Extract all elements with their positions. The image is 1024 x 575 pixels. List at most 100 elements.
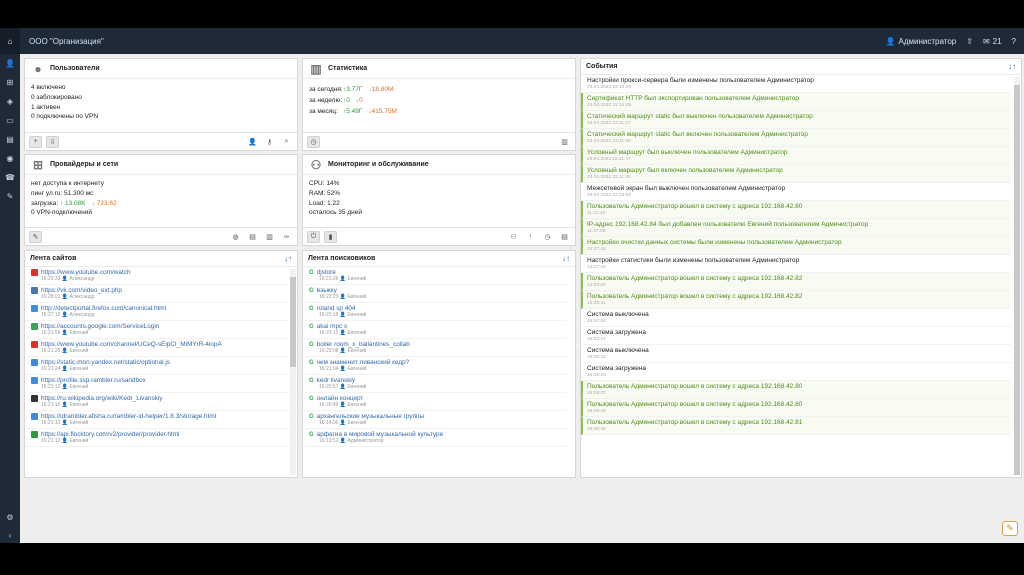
delete-button[interactable]: ▮: [324, 230, 337, 243]
organization-name[interactable]: ООО "Организация": [29, 37, 104, 46]
site-url: https://idrambler.afisha.ru/rambler-id-h…: [41, 413, 217, 420]
search-row: Groland sp 404 16:23:18 👤 Евгений: [303, 303, 567, 321]
sidebar-settings-icon[interactable]: ⚙: [0, 508, 20, 527]
upload-icon[interactable]: ⇪: [966, 37, 973, 46]
event-text: Межсетевой экран был выключен пользовате…: [587, 185, 786, 192]
site-link[interactable]: https://profile.ssp.rambler.ru/sandbox: [31, 377, 283, 384]
search-query[interactable]: Gчем знаменит ливанский кедр?: [309, 359, 561, 366]
power-button[interactable]: ⏻: [307, 230, 320, 243]
clock-icon[interactable]: ◷: [307, 135, 320, 148]
scrollbar-thumb[interactable]: [290, 277, 296, 367]
favicon-icon: [31, 413, 38, 420]
search-query[interactable]: Gарфагиа в мировой музыкальной культуре: [309, 431, 561, 438]
chart-icon[interactable]: ▥: [558, 136, 571, 148]
query-text: вэыкку: [316, 287, 337, 294]
site-meta: 16:21:13 👤 Евгений: [41, 402, 283, 408]
arrow-up-icon[interactable]: ↑: [524, 231, 537, 243]
ram-usage: RAM: 52%: [309, 189, 341, 197]
site-time: 16:21:59: [41, 330, 61, 336]
google-icon: G: [309, 341, 314, 348]
sidebar-phone-icon[interactable]: ☎: [0, 168, 20, 187]
clock-icon[interactable]: ◷: [541, 231, 554, 243]
search-query[interactable]: Gboiler room_x_ballantines_collab: [309, 341, 561, 348]
search-query[interactable]: Gонлайн концерт: [309, 395, 561, 402]
user-menu[interactable]: 👤 Администратор: [886, 37, 957, 46]
sort-icon[interactable]: ↓↑: [1008, 62, 1016, 71]
search-meta: 16:23:26 👤 Евгений: [319, 276, 561, 282]
server-icon[interactable]: ▤: [558, 231, 571, 243]
edit-dashboard-button[interactable]: ✎: [1002, 521, 1018, 536]
home-icon[interactable]: ⌂: [0, 28, 20, 54]
search-meta: 16:20:49 👤 Евгений: [319, 402, 561, 408]
monitoring-panel: ⚇ Мониторинг и обслуживание CPU: 14% RAM:…: [302, 154, 576, 246]
search-query[interactable]: Gkedr livanskiy: [309, 377, 561, 384]
site-user: Евгений: [69, 420, 89, 426]
sidebar-report-icon[interactable]: ▤: [0, 130, 20, 149]
download-button[interactable]: ⇩: [46, 135, 59, 148]
add-user-button[interactable]: +: [29, 135, 42, 148]
event-time: 16:09:20: [587, 373, 606, 378]
search-query[interactable]: Groland sp 404: [309, 305, 561, 312]
sidebar-wrench-icon[interactable]: ✎: [0, 187, 20, 206]
site-link[interactable]: https://www.youtube.com/watch: [31, 269, 283, 276]
event-text: Пользователь Администратор вошел в систе…: [587, 203, 803, 210]
scrollbar-thumb[interactable]: [1014, 85, 1020, 475]
binoculars-icon[interactable]: ⚇: [507, 231, 520, 243]
users-panel: ● Пользователи 4 включено 0 заблокировано…: [24, 58, 298, 151]
help-icon[interactable]: ?: [1012, 37, 1016, 46]
sidebar-collapse-icon[interactable]: ‹: [0, 526, 20, 545]
site-link[interactable]: https://api.flocktory.com/v2/provider/pr…: [31, 431, 283, 438]
list-icon[interactable]: ▤: [246, 231, 259, 243]
search-time: 16:23:18: [319, 312, 339, 318]
sidebar-shield-icon[interactable]: ◈: [0, 92, 20, 111]
chart-icon[interactable]: ▥: [263, 231, 276, 243]
event-time: 12:27:42: [587, 247, 606, 252]
site-link[interactable]: http://detectportal.firefox.com/canonica…: [31, 305, 283, 312]
site-link[interactable]: https://accounts.google.com/ServiceLogin: [31, 323, 283, 330]
favicon-icon: [31, 287, 38, 294]
site-meta: 16:21:25 👤 Евгений: [41, 348, 283, 354]
event-row: Пользователь Администратор вошел в систе…: [581, 399, 1011, 417]
site-link[interactable]: https://vk.com/video_ext.php: [31, 287, 283, 294]
search-time: 16:14:00: [319, 420, 339, 426]
site-meta: 16:21:24 👤 Евгений: [41, 366, 283, 372]
user-icon[interactable]: 👤: [246, 136, 259, 148]
search-query[interactable]: Gakai mpc x: [309, 323, 561, 330]
site-link[interactable]: https://idrambler.afisha.ru/rambler-id-h…: [31, 413, 283, 420]
key-icon[interactable]: ⚷: [263, 136, 276, 148]
search-user: Евгений: [347, 276, 367, 282]
event-text: Пользователь Администратор вошел в систе…: [587, 419, 803, 426]
events-title: События: [586, 63, 618, 70]
load-down: ↓ 733.62: [91, 199, 117, 207]
wrench-icon[interactable]: ✑: [280, 231, 293, 243]
query-text: akai mpc x: [316, 323, 348, 330]
sidebar-pin-icon[interactable]: ◉: [0, 149, 20, 168]
sort-icon[interactable]: ↓↑: [284, 254, 292, 263]
event-row: Система выключена 16:08:31: [581, 345, 1011, 363]
search-icon[interactable]: ⌕: [280, 136, 293, 148]
search-meta: 16:23:23 👤 Евгений: [319, 294, 561, 300]
site-link[interactable]: https://ru.wikipedia.org/wiki/Kedr_Livan…: [31, 395, 283, 402]
search-query[interactable]: Gвэыкку: [309, 287, 561, 294]
sort-icon[interactable]: ↓↑: [562, 254, 570, 263]
site-link[interactable]: https://static-mon.yandex.net/static/opt…: [31, 359, 283, 366]
globe-icon[interactable]: ◍: [229, 231, 242, 243]
search-query[interactable]: Gархангельские музыкальные группы: [309, 413, 561, 420]
sidebar-folder-icon[interactable]: ▭: [0, 111, 20, 130]
site-row: https://www.youtube.com/channel/UCeQ-sEi…: [25, 339, 289, 357]
edit-button[interactable]: ✎: [29, 230, 42, 243]
search-query[interactable]: Gdjstore: [309, 269, 561, 276]
event-text: Сертификат HTTP был экспортирован пользо…: [587, 95, 800, 102]
event-time: 15:52:04: [587, 319, 606, 324]
sidebar-users-icon[interactable]: 👤: [0, 54, 20, 73]
site-row: https://api.flocktory.com/v2/provider/pr…: [25, 429, 289, 447]
query-text: roland sp 404: [316, 305, 356, 312]
site-url: https://www.youtube.com/channel/UCeQ-sEi…: [41, 341, 222, 348]
search-user: Евгений: [347, 402, 367, 408]
google-icon: G: [309, 359, 314, 366]
event-row: Настройки прокси-сервера были изменены п…: [581, 75, 1011, 93]
sidebar-network-icon[interactable]: ⊞: [0, 73, 20, 92]
user-icon: ●: [34, 61, 42, 76]
site-link[interactable]: https://www.youtube.com/channel/UCeQ-sEi…: [31, 341, 283, 348]
notifications[interactable]: ✉ 21: [983, 37, 1002, 46]
